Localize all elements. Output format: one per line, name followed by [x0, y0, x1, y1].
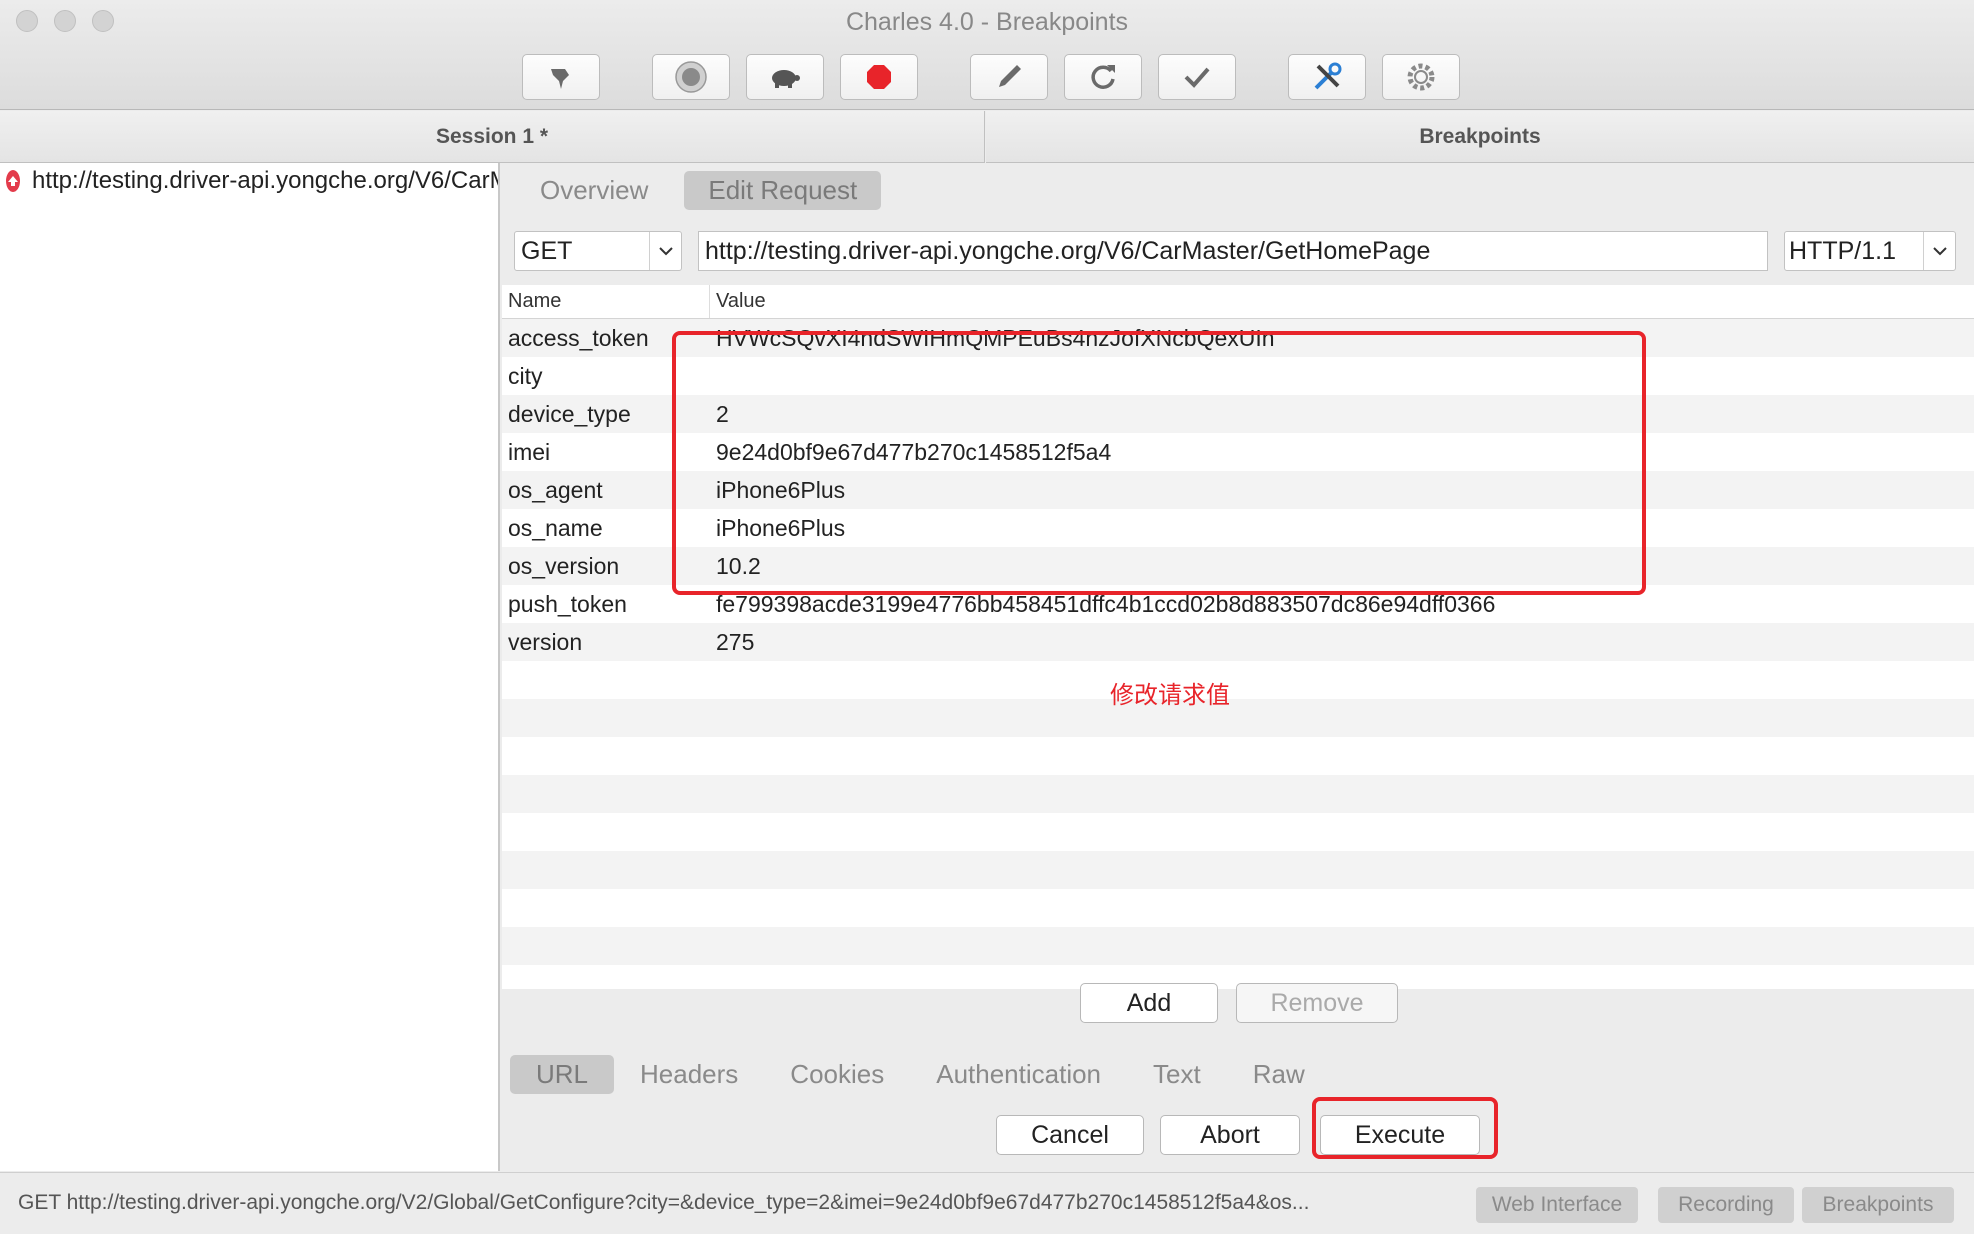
- pen-icon: [999, 65, 1021, 87]
- turtle-icon: [772, 70, 800, 88]
- chevron-down-icon: [649, 232, 681, 270]
- empty-row: [502, 889, 1974, 927]
- web-interface-button[interactable]: Web Interface: [1476, 1187, 1638, 1223]
- status-bar: GET http://testing.driver-api.yongche.or…: [0, 1172, 1974, 1234]
- tab-text[interactable]: Text: [1153, 1055, 1227, 1094]
- breakpoints-tab[interactable]: Breakpoints: [986, 111, 1974, 163]
- tab-raw[interactable]: Raw: [1253, 1055, 1331, 1094]
- table-row[interactable]: version 275: [502, 623, 1974, 661]
- empty-row: [502, 851, 1974, 889]
- list-item-url: http://testing.driver-api.yongche.org/V6…: [32, 167, 498, 194]
- remove-button[interactable]: Remove: [1236, 983, 1398, 1023]
- session-tab[interactable]: Session 1 *: [0, 111, 985, 163]
- tools-icon: [1314, 62, 1342, 90]
- annotation-text: 修改请求值: [1110, 682, 1230, 709]
- empty-row: [502, 699, 1974, 737]
- abort-button[interactable]: Abort: [1160, 1115, 1300, 1155]
- cancel-button[interactable]: Cancel: [996, 1115, 1144, 1155]
- tab-overview[interactable]: Overview: [516, 171, 672, 210]
- breakpoint-icon: [6, 170, 20, 192]
- editor-tabs: Overview Edit Request: [516, 171, 882, 210]
- empty-row: [502, 927, 1974, 965]
- method-value: GET: [521, 236, 573, 265]
- chevron-down-icon: [1923, 232, 1955, 270]
- protocol-value: HTTP/1.1: [1789, 236, 1896, 265]
- tab-authentication[interactable]: Authentication: [936, 1055, 1127, 1094]
- settings-button[interactable]: [1382, 54, 1460, 100]
- column-header-name: Name: [502, 285, 710, 318]
- tools-button[interactable]: [1288, 54, 1366, 100]
- check-icon: [1184, 67, 1210, 88]
- empty-row: [502, 737, 1974, 775]
- session-list: http://testing.driver-api.yongche.org/V6…: [0, 163, 500, 1171]
- broom-icon: [551, 69, 569, 89]
- status-text: GET http://testing.driver-api.yongche.or…: [18, 1191, 1310, 1214]
- empty-row: [502, 813, 1974, 851]
- breakpoints-tab-label: Breakpoints: [1419, 124, 1541, 148]
- tab-cookies[interactable]: Cookies: [790, 1055, 910, 1094]
- url-value: http://testing.driver-api.yongche.org/V6…: [705, 236, 1431, 265]
- session-tab-label: Session 1 *: [435, 124, 549, 148]
- repeat-button[interactable]: [1064, 54, 1142, 100]
- breakpoints-status-button[interactable]: Breakpoints: [1802, 1187, 1954, 1223]
- param-name: version: [508, 628, 583, 655]
- execute-highlight-box: [1312, 1097, 1498, 1159]
- recording-button[interactable]: Recording: [1658, 1187, 1794, 1223]
- throttle-button[interactable]: [746, 54, 824, 100]
- stop-icon: [867, 65, 891, 89]
- empty-row: [502, 661, 1974, 699]
- url-input[interactable]: http://testing.driver-api.yongche.org/V6…: [698, 231, 1768, 271]
- empty-row: [502, 775, 1974, 813]
- breakpoint-editor: Overview Edit Request GET http://testing…: [502, 163, 1974, 1171]
- protocol-select[interactable]: HTTP/1.1: [1784, 231, 1956, 271]
- list-item[interactable]: http://testing.driver-api.yongche.org/V6…: [0, 163, 498, 199]
- breakpoints-button[interactable]: [840, 54, 918, 100]
- values-highlight-box: [672, 331, 1646, 595]
- add-button[interactable]: Add: [1080, 983, 1218, 1023]
- record-icon: [675, 61, 707, 93]
- gear-icon: [1407, 63, 1435, 91]
- tab-headers[interactable]: Headers: [640, 1055, 764, 1094]
- window-title: Charles 4.0 - Breakpoints: [845, 8, 1129, 36]
- title-bar: Charles 4.0 - Breakpoints: [0, 0, 1974, 110]
- record-button[interactable]: [652, 54, 730, 100]
- table-header: Name Value: [502, 285, 1974, 319]
- tab-url[interactable]: URL: [510, 1055, 615, 1094]
- param-value: 275: [716, 628, 755, 655]
- compose-button[interactable]: [970, 54, 1048, 100]
- refresh-icon: [1091, 65, 1115, 89]
- tab-edit-request[interactable]: Edit Request: [684, 171, 882, 210]
- column-header-value: Value: [716, 290, 766, 312]
- validate-button[interactable]: [1158, 54, 1236, 100]
- clear-session-button[interactable]: [522, 54, 600, 100]
- method-select[interactable]: GET: [514, 231, 682, 271]
- request-view-tabs: URL Headers Cookies Authentication Text …: [510, 1055, 1331, 1094]
